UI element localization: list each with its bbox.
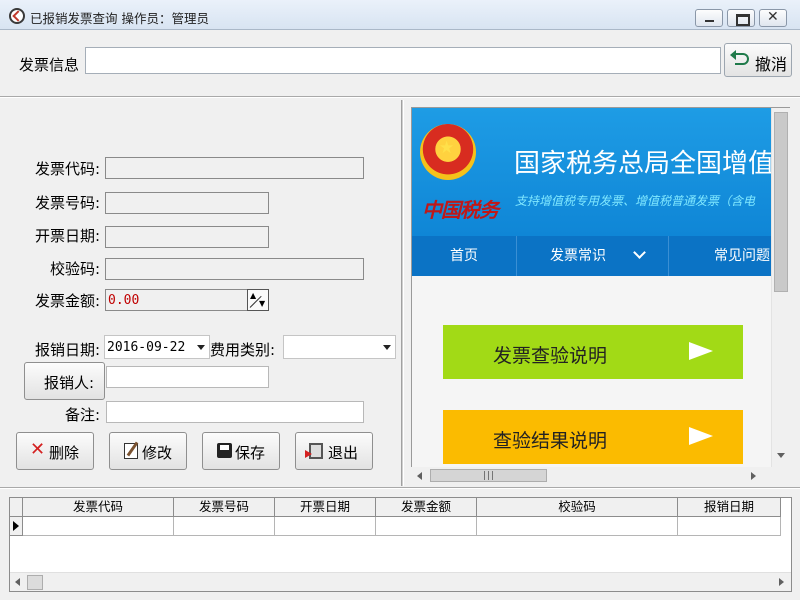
site-banner: 中国税务 国家税务总局全国增值 支持增值税专用发票、增值税普通发票（含电 (412, 108, 790, 236)
nav-invoice-knowledge[interactable]: 发票常识 (550, 236, 630, 276)
minimize-button[interactable] (695, 9, 723, 27)
nav-home[interactable]: 首页 (412, 236, 516, 276)
column-header-invoice-code[interactable]: 发票代码 (23, 498, 174, 517)
issue-date-field[interactable] (105, 226, 269, 248)
save-icon (217, 443, 232, 458)
amount-spinner[interactable]: ▲ ▼ (247, 289, 269, 311)
check-code-label: 校验码: (49, 260, 100, 278)
table-cell[interactable] (23, 517, 174, 536)
issue-date-label: 开票日期: (34, 227, 100, 245)
scroll-thumb[interactable] (27, 575, 43, 590)
delete-button[interactable]: ✕ 删除 (16, 432, 94, 470)
nav-divider (668, 236, 669, 276)
results-grid[interactable]: 发票代码 发票号码 开票日期 发票金额 校验码 报销日期 (9, 497, 792, 592)
column-header-invoice-number[interactable]: 发票号码 (174, 498, 275, 517)
scroll-right-icon[interactable] (751, 472, 756, 480)
edit-icon (124, 443, 138, 459)
top-divider (0, 96, 800, 98)
exit-label: 退出 (328, 444, 359, 462)
scroll-down-icon[interactable] (777, 453, 785, 458)
current-row-icon (13, 521, 19, 531)
invoice-info-input[interactable] (85, 47, 721, 74)
chevron-down-icon (383, 345, 391, 350)
exit-icon (305, 443, 323, 459)
grip-icon: ||| (483, 471, 496, 481)
undo-button[interactable]: 撤消 (724, 43, 792, 77)
note-field[interactable] (106, 401, 364, 423)
table-cell[interactable] (678, 517, 781, 536)
edit-button[interactable]: 修改 (109, 432, 187, 470)
title-bar: 已报销发票查询 操作员：管理员 ✕ (0, 0, 800, 30)
table-cell[interactable] (174, 517, 275, 536)
scroll-right-icon[interactable] (779, 578, 784, 586)
exit-button[interactable]: 退出 (295, 432, 373, 470)
reimburse-date-value: 2016-09-22 (107, 340, 186, 355)
delete-label: 删除 (49, 444, 80, 462)
embedded-browser[interactable]: 中国税务 国家税务总局全国增值 支持增值税专用发票、增值税普通发票（含电 首页 … (411, 107, 790, 467)
invoice-check-guide-card[interactable]: 发票查验说明 (443, 325, 743, 379)
note-label: 备注: (64, 406, 100, 424)
edit-label: 修改 (142, 444, 173, 462)
table-cell[interactable] (376, 517, 477, 536)
scroll-left-icon[interactable] (15, 578, 20, 586)
amount-field[interactable]: 0.00 (105, 289, 248, 311)
site-title: 国家税务总局全国增值 (514, 149, 775, 179)
panel-splitter[interactable] (401, 100, 404, 486)
window-title: 已报销发票查询 操作员：管理员 (30, 11, 209, 26)
expense-type-label: 费用类别: (210, 341, 276, 359)
spin-down-icon: ▼ (259, 299, 266, 308)
table-cell[interactable] (275, 517, 376, 536)
undo-label: 撤消 (755, 55, 788, 74)
invoice-code-field[interactable] (105, 157, 364, 179)
reimburser-button[interactable]: 报销人: (24, 362, 105, 400)
spin-up-icon: ▲ (250, 291, 257, 300)
close-icon: ✕ (767, 9, 779, 25)
column-header-issue-date[interactable]: 开票日期 (275, 498, 376, 517)
grid-corner (10, 498, 23, 517)
scroll-thumb[interactable]: ||| (430, 469, 547, 482)
card-label: 发票查验说明 (493, 345, 608, 367)
amount-label: 发票金额: (34, 292, 100, 310)
delete-icon: ✕ (30, 439, 46, 460)
bottom-divider (0, 487, 800, 489)
reimburse-date-picker[interactable]: 2016-09-22 (104, 335, 210, 359)
reimburse-date-label: 报销日期: (34, 341, 100, 359)
national-emblem-icon (420, 124, 476, 180)
column-header-reimburse-date[interactable]: 报销日期 (678, 498, 781, 517)
invoice-code-label: 发票代码: (34, 160, 100, 178)
row-selector[interactable] (10, 517, 23, 536)
invoice-number-field[interactable] (105, 192, 269, 214)
reimburser-label: 报销人: (44, 374, 95, 392)
save-label: 保存 (235, 444, 266, 462)
column-header-check-code[interactable]: 校验码 (477, 498, 678, 517)
chevron-down-icon (197, 345, 205, 350)
maximize-button[interactable] (727, 9, 755, 27)
play-arrow-icon (689, 427, 713, 445)
scroll-left-icon[interactable] (417, 472, 422, 480)
browser-vertical-scrollbar[interactable] (771, 108, 790, 467)
undo-icon (730, 50, 749, 65)
check-code-field[interactable] (105, 258, 364, 280)
scroll-thumb[interactable] (774, 112, 788, 292)
reimburser-field[interactable] (106, 366, 269, 388)
nav-divider (516, 236, 517, 276)
site-subtitle: 支持增值税专用发票、增值税普通发票（含电 (515, 194, 756, 208)
table-cell[interactable] (477, 517, 678, 536)
site-nav: 首页 发票常识 常见问题 (412, 236, 790, 276)
invoice-info-label: 发票信息 (19, 56, 80, 74)
app-icon (9, 8, 25, 24)
expense-type-select[interactable] (283, 335, 396, 359)
column-header-amount[interactable]: 发票金额 (376, 498, 477, 517)
play-arrow-icon (689, 342, 713, 360)
card-label: 查验结果说明 (493, 430, 608, 452)
save-button[interactable]: 保存 (202, 432, 280, 470)
invoice-number-label: 发票号码: (34, 194, 100, 212)
amount-value: 0.00 (108, 293, 140, 308)
close-button[interactable]: ✕ (759, 9, 787, 27)
browser-horizontal-scrollbar[interactable]: ||| (411, 467, 790, 484)
grid-horizontal-scrollbar[interactable] (10, 572, 791, 591)
check-result-guide-card[interactable]: 查验结果说明 (443, 410, 743, 464)
chevron-down-icon (633, 246, 646, 259)
tax-logo-text: 中国税务 (422, 198, 499, 222)
